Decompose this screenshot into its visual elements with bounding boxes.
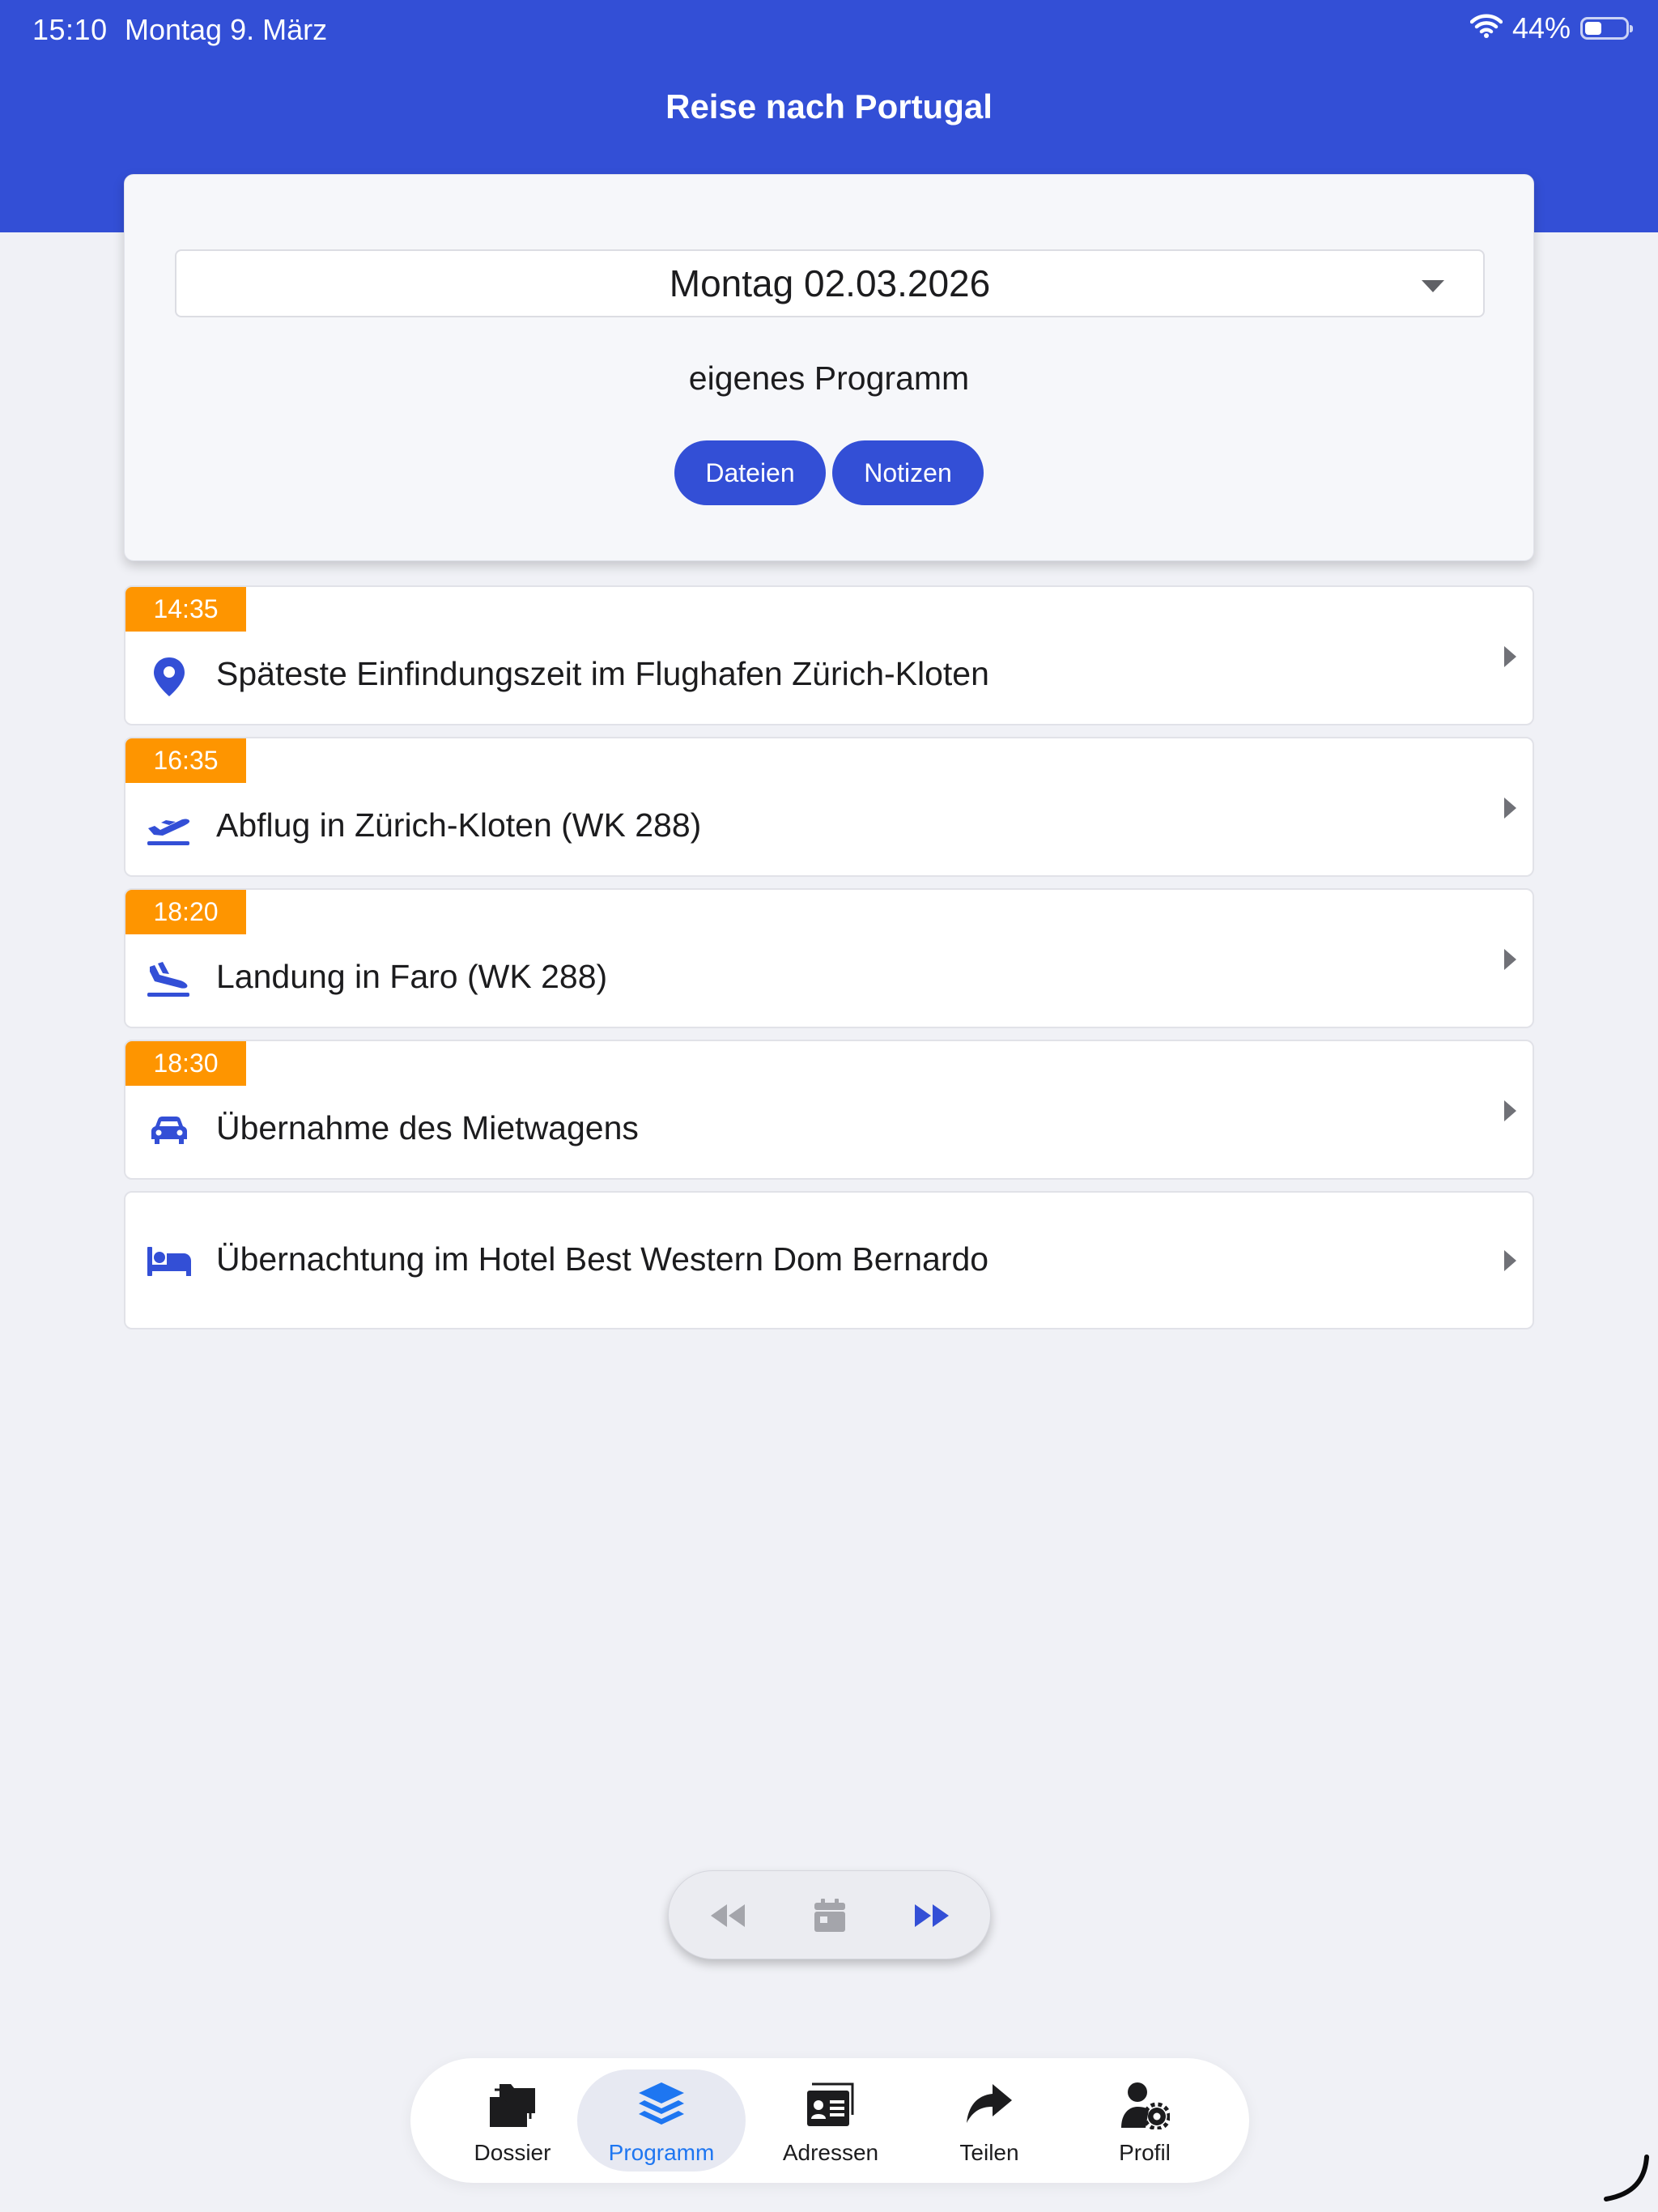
caret-down-icon	[1422, 280, 1444, 292]
chevron-right-icon	[1504, 949, 1516, 970]
day-select-value: Montag 02.03.2026	[669, 262, 991, 304]
rewind-icon[interactable]	[705, 1893, 750, 1938]
chevron-right-icon	[1504, 646, 1516, 667]
program-label: eigenes Programm	[688, 359, 970, 397]
calendar-icon[interactable]	[807, 1893, 852, 1938]
car-icon	[147, 1108, 192, 1154]
event-item[interactable]: 18:30 Übernahme des Mietwagens	[124, 1040, 1534, 1180]
status-date: Montag 9. März	[125, 13, 328, 46]
plane-departure-icon	[147, 806, 192, 851]
files-button[interactable]: Dateien	[674, 440, 826, 505]
event-title: Landung in Faro (WK 288)	[216, 958, 608, 995]
address-card-icon	[746, 2079, 915, 2131]
event-title: Übernachtung im Hotel Best Western Dom B…	[216, 1240, 989, 1278]
card-actions: Dateien Notizen	[125, 440, 1533, 505]
tab-profil[interactable]: Profil	[1061, 2069, 1229, 2172]
day-navigation	[668, 1870, 991, 1959]
event-time: 14:35	[125, 587, 246, 632]
tab-label: Adressen	[782, 2140, 879, 2165]
event-time: 18:20	[125, 890, 246, 934]
battery-percent: 44%	[1511, 11, 1571, 45]
day-select[interactable]: Montag 02.03.2026	[175, 249, 1485, 317]
bed-icon	[147, 1239, 192, 1284]
tab-programm[interactable]: Programm	[577, 2069, 746, 2172]
tab-adressen[interactable]: Adressen	[746, 2069, 915, 2172]
chevron-right-icon	[1504, 798, 1516, 819]
page-title: Reise nach Portugal	[665, 87, 993, 125]
notes-button[interactable]: Notizen	[832, 440, 984, 505]
folders-icon	[428, 2079, 597, 2131]
chevron-right-icon	[1504, 1250, 1516, 1271]
event-item[interactable]: 14:35 Späteste Einfindungszeit im Flugha…	[124, 585, 1534, 725]
event-item[interactable]: Übernachtung im Hotel Best Western Dom B…	[124, 1191, 1534, 1329]
tab-bar: Dossier Programm Adressen Teilen Profil	[410, 2058, 1249, 2183]
wifi-icon	[1469, 11, 1503, 45]
plane-arrival-icon	[147, 957, 192, 1002]
tab-label: Teilen	[959, 2140, 1019, 2165]
event-time: 16:35	[125, 738, 246, 783]
tab-label: Dossier	[474, 2140, 551, 2165]
tab-teilen[interactable]: Teilen	[905, 2069, 1073, 2172]
tab-dossier[interactable]: Dossier	[428, 2069, 597, 2172]
day-card: Montag 02.03.2026 eigenes Programm Datei…	[124, 174, 1534, 561]
battery-icon	[1580, 17, 1633, 40]
event-title: Abflug in Zürich-Kloten (WK 288)	[216, 806, 702, 844]
map-pin-icon	[147, 654, 192, 700]
chevron-right-icon	[1504, 1100, 1516, 1121]
scroll-indicator	[1604, 2155, 1649, 2201]
user-gear-icon	[1061, 2079, 1229, 2131]
event-title: Übernahme des Mietwagens	[216, 1109, 639, 1146]
event-item[interactable]: 16:35 Abflug in Zürich-Kloten (WK 288)	[124, 737, 1534, 877]
tab-label: Programm	[608, 2140, 715, 2165]
share-icon	[905, 2079, 1073, 2131]
event-time: 18:30	[125, 1041, 246, 1086]
layers-icon	[577, 2079, 746, 2131]
event-title: Späteste Einfindungszeit im Flughafen Zü…	[216, 655, 989, 692]
status-time: 15:10	[32, 13, 108, 46]
fast-forward-icon[interactable]	[909, 1893, 954, 1938]
tab-label: Profil	[1119, 2140, 1171, 2165]
status-indicators: 44%	[1469, 11, 1633, 45]
event-item[interactable]: 18:20 Landung in Faro (WK 288)	[124, 888, 1534, 1028]
